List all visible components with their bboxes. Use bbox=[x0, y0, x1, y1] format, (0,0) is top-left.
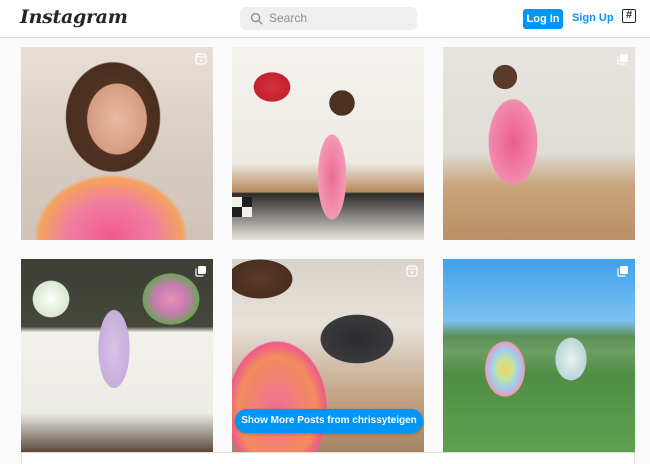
login-button[interactable]: Log In bbox=[523, 9, 563, 29]
reel-icon bbox=[406, 265, 418, 277]
carousel-icon bbox=[617, 266, 628, 277]
carousel-icon bbox=[195, 266, 206, 277]
hashtag-icon[interactable]: # bbox=[622, 9, 636, 23]
reel-icon bbox=[195, 53, 207, 65]
login-prompt-panel bbox=[21, 452, 635, 464]
show-more-posts-button[interactable]: Show More Posts from chrissyteigen bbox=[235, 409, 423, 433]
post-thumbnail-2[interactable] bbox=[232, 47, 424, 240]
post-thumbnail-1[interactable] bbox=[21, 47, 213, 240]
post-thumbnail-6[interactable] bbox=[443, 259, 635, 452]
instagram-logo[interactable]: Instagram bbox=[20, 6, 128, 28]
search-input[interactable]: Search bbox=[240, 7, 417, 30]
top-navbar: Instagram Search Log In Sign Up # bbox=[0, 0, 650, 38]
post-thumbnail-3[interactable] bbox=[443, 47, 635, 240]
carousel-icon bbox=[617, 54, 628, 65]
signup-link[interactable]: Sign Up bbox=[572, 12, 614, 24]
search-placeholder: Search bbox=[269, 11, 308, 25]
post-thumbnail-4[interactable] bbox=[21, 259, 213, 452]
search-icon bbox=[250, 12, 263, 25]
